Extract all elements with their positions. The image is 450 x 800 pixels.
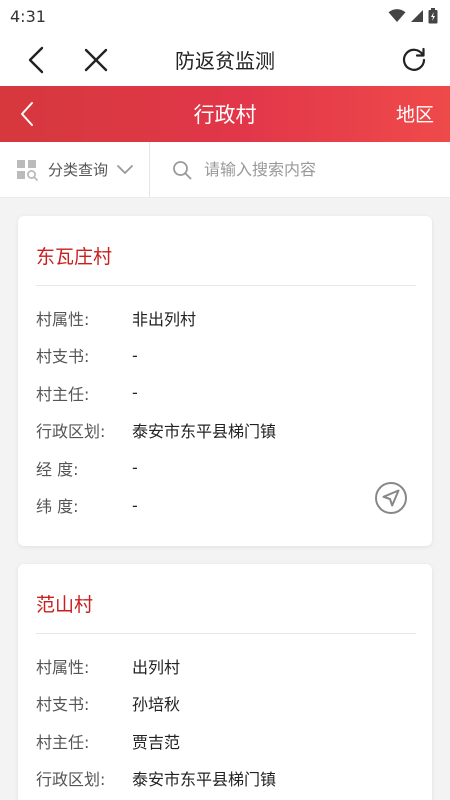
- navigate-location-icon[interactable]: [374, 481, 408, 515]
- division-label: 行政区划:: [36, 770, 106, 790]
- category-filter-label: 分类查询: [48, 161, 109, 179]
- region-button[interactable]: 地区: [396, 100, 434, 127]
- secretary-value: 孙培秋: [132, 695, 181, 715]
- category-filter-button[interactable]: 分类查询: [0, 142, 150, 197]
- longitude-label: 经 度:: [36, 459, 79, 479]
- village-card[interactable]: 东瓦庄村 村属性: 非出列村 村支书: - 村主任: - 行政区划: 泰安市东平…: [18, 216, 432, 546]
- village-name: 东瓦庄村: [36, 216, 416, 286]
- director-row: 村主任: 贾吉范: [36, 722, 416, 760]
- close-icon: [84, 48, 108, 72]
- attribute-row: 村属性: 出列村: [36, 647, 416, 685]
- back-button[interactable]: [16, 40, 56, 80]
- refresh-button[interactable]: [394, 40, 434, 80]
- status-time: 4:31: [10, 6, 46, 26]
- status-bar: 4:31: [0, 0, 450, 32]
- division-value: 泰安市东平县梯门镇: [132, 422, 277, 442]
- village-name: 范山村: [36, 564, 416, 634]
- chevron-down-icon: [117, 164, 133, 174]
- attribute-value: 非出列村: [132, 309, 197, 329]
- attribute-row: 村属性: 非出列村: [36, 299, 416, 337]
- division-label: 行政区划:: [36, 422, 106, 442]
- attribute-label: 村属性:: [36, 309, 90, 329]
- signal-icon: [411, 10, 423, 22]
- app-bar: 防返贫监测: [0, 32, 450, 86]
- latitude-label: 纬 度:: [36, 497, 79, 517]
- status-icons: [388, 8, 438, 24]
- director-row: 村主任: -: [36, 374, 416, 412]
- category-grid-icon: [17, 159, 38, 181]
- longitude-row: 经 度: -: [36, 449, 416, 487]
- longitude-value: -: [132, 458, 138, 478]
- app-title: 防返贫监测: [175, 48, 275, 73]
- secretary-value: -: [132, 345, 138, 365]
- search-box: [150, 142, 450, 197]
- sub-header: 行政村 地区: [0, 86, 450, 142]
- director-value: -: [132, 383, 138, 403]
- latitude-value: -: [132, 495, 138, 515]
- battery-icon: [428, 8, 438, 24]
- division-row: 行政区划: 泰安市东平县梯门镇: [36, 412, 416, 450]
- director-label: 村主任:: [36, 732, 90, 752]
- director-label: 村主任:: [36, 384, 90, 404]
- refresh-icon: [402, 47, 426, 71]
- secretary-label: 村支书:: [36, 347, 90, 367]
- sub-header-title: 行政村: [193, 103, 257, 127]
- latitude-row: 纬 度: -: [36, 487, 416, 525]
- village-list: 东瓦庄村 村属性: 非出列村 村支书: - 村主任: - 行政区划: 泰安市东平…: [18, 216, 432, 800]
- wifi-icon: [388, 9, 406, 22]
- chevron-left-icon: [21, 102, 33, 126]
- division-value: 泰安市东平县梯门镇: [132, 770, 277, 790]
- search-icon: [173, 160, 192, 179]
- chevron-left-icon: [28, 46, 44, 74]
- sub-back-button[interactable]: [12, 99, 42, 129]
- village-card[interactable]: 范山村 村属性: 出列村 村支书: 孙培秋 村主任: 贾吉范 行政区划: 泰安市…: [18, 564, 432, 800]
- division-row: 行政区划: 泰安市东平县梯门镇: [36, 760, 416, 798]
- close-button[interactable]: [76, 40, 116, 80]
- filter-bar: 分类查询: [0, 142, 450, 198]
- village-details: 村属性: 非出列村 村支书: - 村主任: - 行政区划: 泰安市东平县梯门镇 …: [36, 286, 416, 546]
- search-input[interactable]: [204, 160, 444, 179]
- secretary-label: 村支书:: [36, 695, 90, 715]
- secretary-row: 村支书: 孙培秋: [36, 685, 416, 723]
- attribute-label: 村属性:: [36, 657, 90, 677]
- attribute-value: 出列村: [132, 657, 181, 677]
- village-details: 村属性: 出列村 村支书: 孙培秋 村主任: 贾吉范 行政区划: 泰安市东平县梯…: [36, 634, 416, 800]
- secretary-row: 村支书: -: [36, 337, 416, 375]
- director-value: 贾吉范: [132, 732, 181, 752]
